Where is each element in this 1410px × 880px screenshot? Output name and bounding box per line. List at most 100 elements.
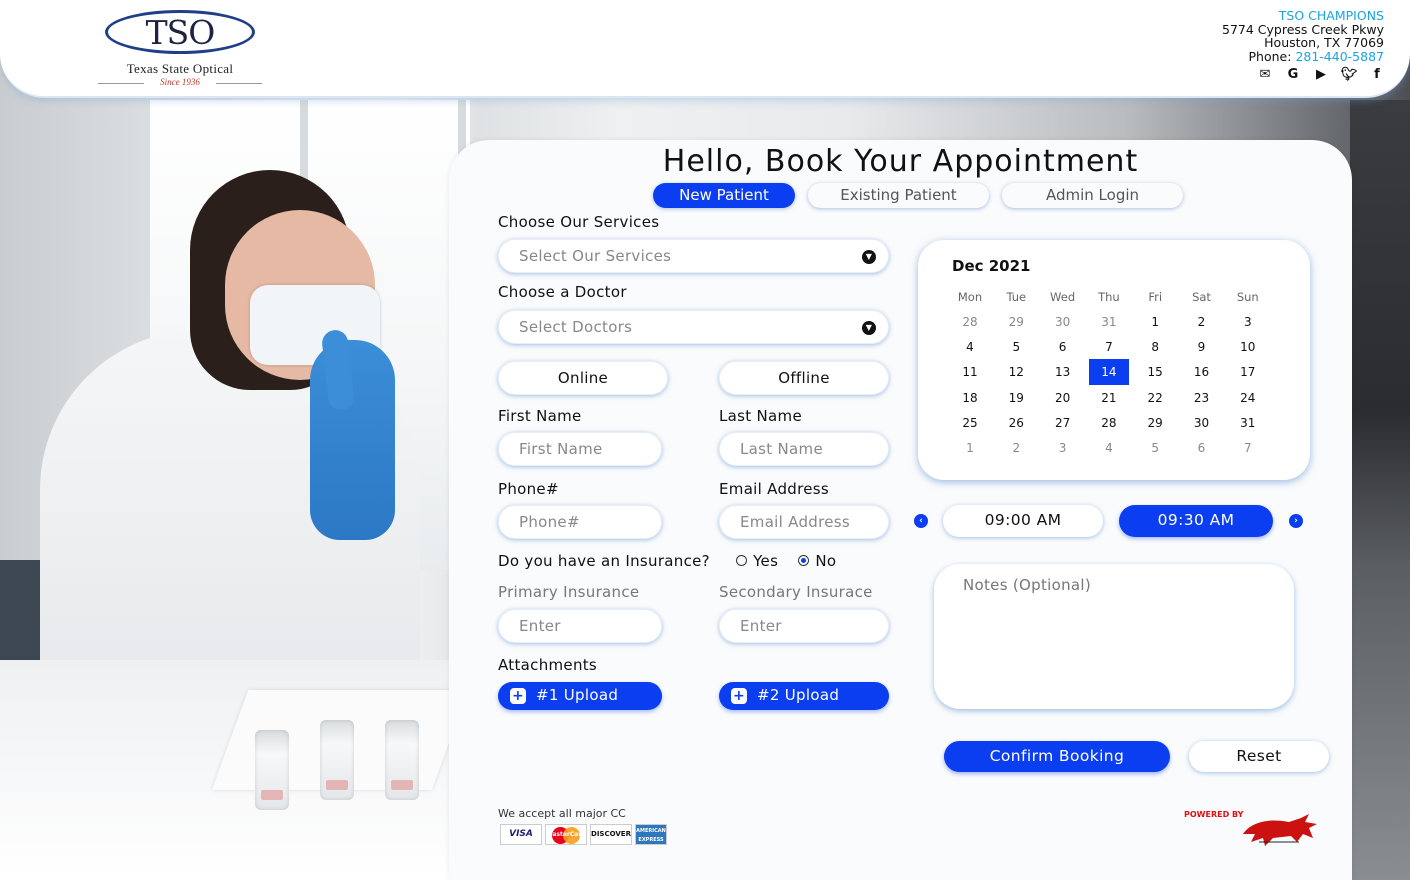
online-button[interactable]: Online <box>498 361 668 395</box>
calendar-day[interactable]: 4 <box>1089 435 1129 461</box>
prev-time-icon[interactable]: ‹ <box>914 514 928 528</box>
email-icon[interactable]: ✉ <box>1256 68 1274 82</box>
insurance-no-label[interactable]: No <box>815 552 836 570</box>
last-name-label: Last Name <box>719 407 802 425</box>
reset-button[interactable]: Reset <box>1189 741 1329 772</box>
youtube-icon[interactable]: ▶ <box>1312 68 1330 82</box>
logo-text: TSO <box>145 13 216 52</box>
calendar-day[interactable]: 22 <box>1135 385 1175 411</box>
booking-card: Hello, Book Your Appointment New Patient… <box>449 140 1352 880</box>
calendar-day[interactable]: 15 <box>1135 359 1175 385</box>
weekday-header: Wed <box>1050 290 1076 304</box>
calendar-day[interactable]: 17 <box>1228 359 1268 385</box>
logo-since: Since 1936 <box>160 77 200 87</box>
offline-button[interactable]: Offline <box>719 361 889 395</box>
insurance-yes-radio[interactable] <box>736 555 748 566</box>
calendar-day[interactable]: 8 <box>1135 334 1175 360</box>
amex-icon: AMERICAN EXPRESS <box>635 824 667 845</box>
insurance-question: Do you have an Insurance? <box>498 552 710 570</box>
calendar-day[interactable]: 2 <box>996 435 1036 461</box>
upload-1-label: #1 Upload <box>536 686 619 704</box>
services-placeholder: Select Our Services <box>519 247 672 265</box>
phone-label: Phone: <box>1248 48 1292 64</box>
calendar-day[interactable]: 3 <box>1228 309 1268 335</box>
calendar-day[interactable]: 9 <box>1182 334 1222 360</box>
calendar-day[interactable]: 10 <box>1228 334 1268 360</box>
insurance-question-row: Do you have an Insurance? Yes No <box>498 552 836 570</box>
phone-field[interactable]: Phone# <box>498 505 662 539</box>
upload-2-button[interactable]: + #2 Upload <box>719 682 889 710</box>
calendar-day[interactable]: 26 <box>996 410 1036 436</box>
tso-logo[interactable]: TSO Texas State Optical Since 1936 <box>98 10 262 90</box>
weekday-header: Mon <box>957 290 983 304</box>
time-slot-2[interactable]: 09:30 AM <box>1119 505 1273 537</box>
calendar-day[interactable]: 5 <box>1135 435 1175 461</box>
calendar-day[interactable]: 29 <box>996 309 1036 335</box>
phone-link[interactable]: 281-440-5887 <box>1295 49 1384 64</box>
calendar-day[interactable]: 7 <box>1228 435 1268 461</box>
calendar: Dec 2021 Mon Tue Wed Thu Fri Sat Sun 28 29 30 31 1 2… <box>918 240 1310 480</box>
calendar-day[interactable]: 30 <box>1043 309 1083 335</box>
doctor-select[interactable]: Select Doctors ▼ <box>498 310 889 344</box>
next-time-icon[interactable]: › <box>1289 514 1303 528</box>
first-name-label: First Name <box>498 407 582 425</box>
calendar-day[interactable]: 27 <box>1043 410 1083 436</box>
calendar-day[interactable]: 4 <box>950 334 990 360</box>
social-links: ✉ G ▶ 🐦︎ f <box>1256 68 1386 82</box>
secondary-insurance-field[interactable]: Enter <box>719 609 889 643</box>
calendar-day[interactable]: 31 <box>1228 410 1268 436</box>
calendar-day[interactable]: 18 <box>950 385 990 411</box>
calendar-day[interactable]: 28 <box>950 309 990 335</box>
contact-block: TSO CHAMPIONS 5774 Cypress Creek Pkwy Ho… <box>1222 9 1384 63</box>
calendar-day[interactable]: 6 <box>1043 334 1083 360</box>
calendar-day[interactable]: 13 <box>1043 359 1083 385</box>
mastercard-label: MasterCard <box>546 831 586 838</box>
notes-field[interactable]: Notes (Optional) <box>934 564 1294 709</box>
calendar-day[interactable]: 23 <box>1182 385 1222 411</box>
calendar-day[interactable]: 29 <box>1135 410 1175 436</box>
calendar-day[interactable]: 7 <box>1089 334 1129 360</box>
confirm-booking-button[interactable]: Confirm Booking <box>944 741 1170 772</box>
calendar-day[interactable]: 21 <box>1089 385 1129 411</box>
calendar-day[interactable]: 3 <box>1043 435 1083 461</box>
upload-1-button[interactable]: + #1 Upload <box>498 682 662 710</box>
time-slot-1[interactable]: 09:00 AM <box>943 505 1103 537</box>
calendar-day[interactable]: 24 <box>1228 385 1268 411</box>
calendar-day[interactable]: 1 <box>1135 309 1175 335</box>
services-select[interactable]: Select Our Services ▼ <box>498 239 889 273</box>
practice-name: TSO CHAMPIONS <box>1278 8 1384 23</box>
last-name-field[interactable]: Last Name <box>719 432 889 466</box>
weekday-header: Sun <box>1236 290 1259 304</box>
calendar-day[interactable]: 25 <box>950 410 990 436</box>
facebook-icon[interactable]: f <box>1368 68 1386 82</box>
calendar-day[interactable]: 14 <box>1088 359 1129 386</box>
calendar-day[interactable]: 1 <box>950 435 990 461</box>
calendar-day[interactable]: 5 <box>996 334 1036 360</box>
discover-icon: DISCOVER <box>590 824 632 845</box>
insurance-no-radio[interactable] <box>798 555 810 566</box>
calendar-day[interactable]: 16 <box>1182 359 1222 385</box>
visa-icon: VISA <box>500 824 542 845</box>
calendar-day[interactable]: 28 <box>1089 410 1129 436</box>
calendar-day[interactable]: 12 <box>996 359 1036 385</box>
tab-existing-patient[interactable]: Existing Patient <box>808 183 989 208</box>
attachments-label: Attachments <box>498 656 598 674</box>
tab-admin-login[interactable]: Admin Login <box>1002 183 1183 208</box>
primary-insurance-field[interactable]: Enter <box>498 609 662 643</box>
calendar-day[interactable]: 19 <box>996 385 1036 411</box>
plus-icon: + <box>731 688 747 704</box>
calendar-day[interactable]: 30 <box>1182 410 1222 436</box>
payment-cards: VISA MasterCard DISCOVER AMERICAN EXPRES… <box>500 824 667 845</box>
twitter-icon[interactable]: 🐦︎ <box>1340 68 1358 82</box>
email-field[interactable]: Email Address <box>719 505 889 539</box>
calendar-day[interactable]: 31 <box>1089 309 1129 335</box>
insurance-yes-label[interactable]: Yes <box>753 552 778 570</box>
mastercard-icon: MasterCard <box>545 824 587 845</box>
first-name-field[interactable]: First Name <box>498 432 662 466</box>
calendar-day[interactable]: 6 <box>1182 435 1222 461</box>
calendar-day[interactable]: 20 <box>1043 385 1083 411</box>
google-icon[interactable]: G <box>1284 68 1302 82</box>
calendar-day[interactable]: 11 <box>950 359 990 385</box>
tab-new-patient[interactable]: New Patient <box>653 183 795 208</box>
calendar-day[interactable]: 2 <box>1182 309 1222 335</box>
